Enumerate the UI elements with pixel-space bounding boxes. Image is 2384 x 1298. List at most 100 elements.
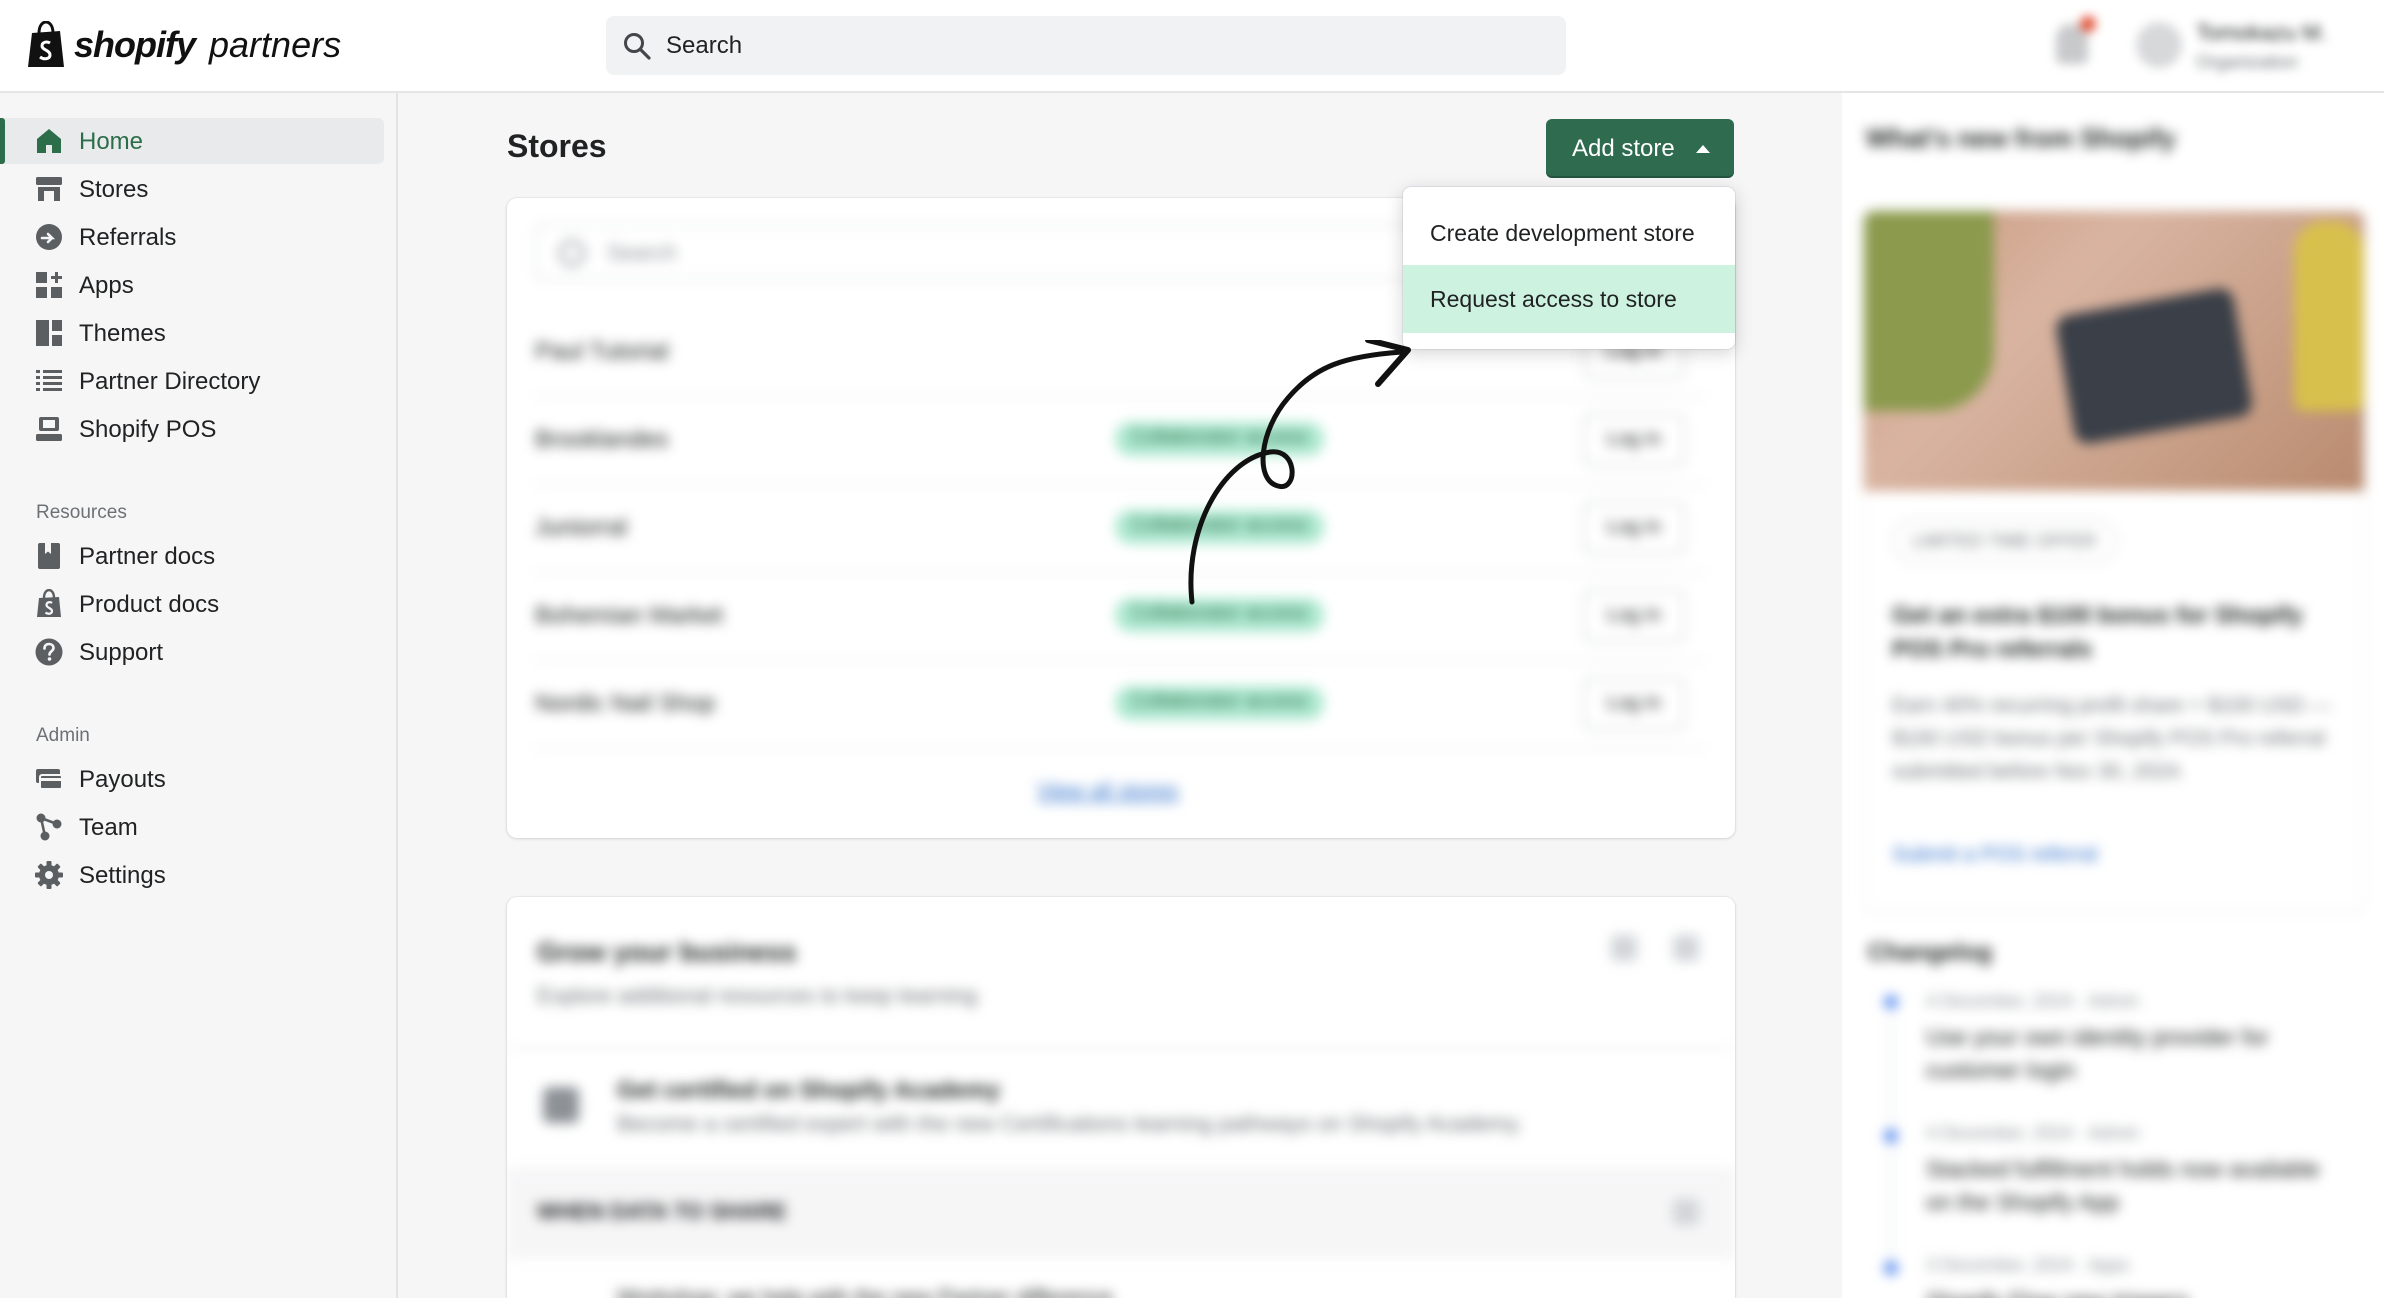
sidebar-item-product-docs[interactable]: Product docs [0, 581, 384, 627]
apps-icon [36, 272, 62, 298]
add-store-menu: Create development store Request access … [1403, 187, 1735, 349]
image-plant [1864, 211, 1994, 411]
sidebar-item-label: Stores [79, 176, 149, 203]
global-search[interactable] [606, 16, 1566, 75]
sidebar-item-label: Product docs [79, 591, 220, 618]
changelog-entry[interactable]: Stacked fulfillment holds now available … [1926, 1153, 2336, 1219]
store-search-placeholder: Search [607, 240, 677, 265]
page-title: Stores [507, 128, 607, 164]
referral-icon [36, 224, 62, 250]
account-area[interactable]: Tomokazu M. Organization [2040, 10, 2370, 80]
changelog-title: Changelog [1868, 939, 1992, 966]
sidebar-item-settings[interactable]: Settings [0, 852, 384, 898]
sidebar-item-label: Referrals [79, 224, 177, 251]
admin-heading: Admin [36, 725, 90, 746]
changelog-date: 3 December, 2024 · Apps [1926, 1255, 2130, 1275]
status-badge: Collaborator access [1115, 686, 1324, 720]
grow-item-title[interactable]: Get certified on Shopify Academy [617, 1077, 1000, 1105]
image-vase [2294, 221, 2364, 411]
table-row[interactable]: Nordic Nail Shop Collaborator access Log… [535, 662, 1705, 750]
store-name: Juniorral [535, 514, 628, 541]
table-row[interactable]: Juniorral Collaborator access Log in [535, 486, 1705, 574]
sidebar-item-themes[interactable]: Themes [0, 310, 384, 356]
collapse-icon[interactable] [1673, 935, 1699, 961]
sidebar-item-partner-docs[interactable]: Partner docs [0, 533, 384, 579]
sidebar-item-home[interactable]: Home [0, 118, 384, 164]
add-store-button[interactable]: Add store [1546, 119, 1734, 178]
promo-link[interactable]: Submit a POS referral [1892, 843, 2097, 867]
add-store-label: Add store [1572, 134, 1675, 162]
store-icon [36, 177, 62, 201]
create-development-store-option[interactable]: Create development store [1403, 199, 1735, 267]
sidebar-item-partner-directory[interactable]: Partner Directory [0, 358, 384, 404]
shopify-bag-icon [37, 589, 61, 617]
store-name: Brooklandes [535, 426, 669, 453]
search-icon [559, 240, 585, 266]
sidebar-item-label: Shopify POS [79, 416, 217, 443]
annotation-arrow [1188, 340, 1411, 605]
sidebar-item-label: Home [79, 128, 144, 155]
promo-body: Earn 40% recurring profit share + $100 U… [1892, 694, 2332, 783]
table-row[interactable]: Bohemian Market Collaborator access Log … [535, 574, 1705, 662]
sidebar-item-stores[interactable]: Stores [0, 166, 384, 212]
sidebar-item-referrals[interactable]: Referrals [0, 214, 384, 260]
more-options-icon[interactable] [1611, 935, 1637, 961]
list-icon [36, 370, 62, 391]
log-in-button[interactable]: Log in [1582, 502, 1685, 554]
sidebar-item-apps[interactable]: Apps [0, 262, 384, 308]
logo-subtitle: partners [209, 24, 342, 65]
question-icon [35, 638, 63, 666]
sidebar-item-support[interactable]: Support [0, 629, 384, 675]
grow-card-subtitle: Explore additional resources to keep lea… [537, 983, 978, 1008]
changelog-date: 4 December, 2024 · Admin [1926, 991, 2140, 1011]
sidebar-item-shopify-pos[interactable]: Shopify POS [0, 406, 384, 452]
changelog-dot [1884, 995, 1898, 1009]
changelog-entry[interactable]: Shopify Flow new triggers [1926, 1285, 2336, 1298]
home-icon [37, 129, 61, 153]
themes-icon [36, 320, 62, 346]
shopify-bag-icon [28, 21, 64, 67]
promo-card: LIMITED TIME OFFER Get an extra $100 bon… [1864, 211, 2364, 911]
sidebar: Home Stores Referrals Apps Themes Partne… [0, 93, 398, 1298]
payouts-icon [36, 769, 63, 790]
search-input[interactable] [666, 31, 1546, 60]
user-name: Tomokazu M. [2196, 20, 2327, 45]
sidebar-item-team[interactable]: Team [0, 804, 384, 850]
whats-new-panel: What's new from Shopify LIMITED TIME OFF… [1842, 93, 2384, 1298]
sidebar-item-label: Team [79, 814, 138, 841]
log-in-button[interactable]: Log in [1582, 590, 1685, 642]
book-icon [38, 543, 60, 569]
sidebar-item-label: Support [79, 639, 164, 666]
promo-badge: LIMITED TIME OFFER [1892, 519, 2117, 563]
changelog-timeline [1890, 1013, 1892, 1273]
user-organization: Organization [2196, 52, 2299, 72]
sidebar-item-label: Partner docs [79, 543, 216, 570]
store-name: Nordic Nail Shop [535, 690, 716, 717]
sidebar-item-label: Partner Directory [79, 368, 261, 395]
store-name: Bohemian Market [535, 602, 724, 629]
shopify-partners-logo[interactable]: shopify partners [26, 20, 341, 70]
grow-item-description: Become a certified expert with the new C… [617, 1111, 1523, 1136]
changelog-entry[interactable]: Use your own identity provider for custo… [1926, 1021, 2336, 1087]
grow-section-label: WHEN DATA TO SHARE [537, 1199, 787, 1224]
table-row[interactable]: Brooklandes Collaborator access Log in [535, 398, 1705, 486]
team-icon [36, 813, 62, 841]
grow-footer-text: Workshop: we help with the new Partner d… [617, 1285, 1113, 1298]
avatar[interactable] [2136, 22, 2182, 68]
log-in-button[interactable]: Log in [1582, 414, 1685, 466]
chevron-icon[interactable] [1673, 1199, 1699, 1225]
request-access-to-store-option[interactable]: Request access to store [1403, 265, 1735, 333]
changelog-dot [1884, 1129, 1898, 1143]
sidebar-item-label: Themes [79, 320, 166, 347]
logo-wordmark: shopify [74, 24, 196, 65]
changelog-date: 4 December, 2024 · Admin [1926, 1123, 2140, 1143]
gear-icon [35, 861, 63, 889]
resources-heading: Resources [36, 502, 127, 523]
certificate-icon [543, 1087, 579, 1123]
grow-card-title: Grow your business [537, 937, 797, 967]
sidebar-item-label: Payouts [79, 766, 166, 793]
view-all-stores-link[interactable]: View all stores [1037, 778, 1178, 804]
grow-business-card: Grow your business Explore additional re… [507, 897, 1735, 1298]
sidebar-item-payouts[interactable]: Payouts [0, 756, 384, 802]
log-in-button[interactable]: Log in [1582, 678, 1685, 730]
